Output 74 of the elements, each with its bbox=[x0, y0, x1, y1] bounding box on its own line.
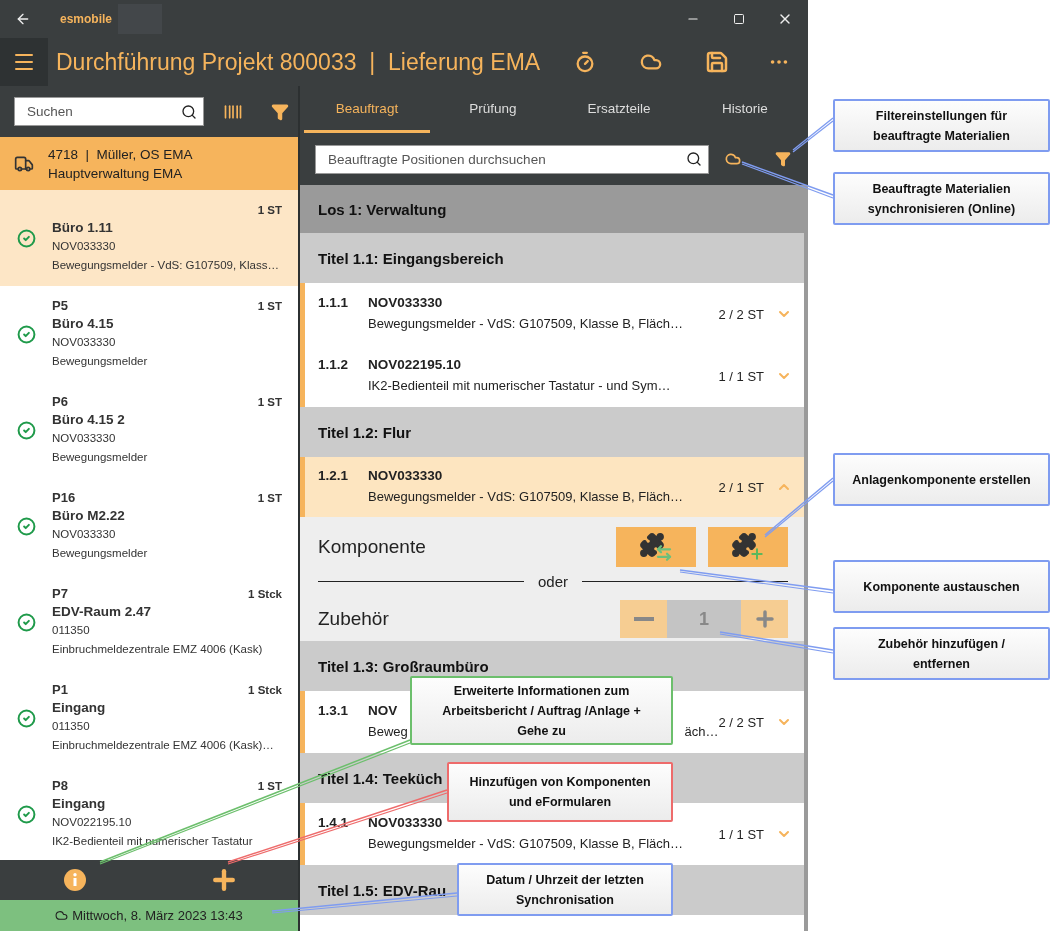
item-position: P16 bbox=[52, 489, 77, 507]
item-room: Eingang bbox=[52, 795, 107, 813]
item-quantity: 1 ST bbox=[257, 299, 282, 314]
section-header: Titel 1.2: Flur bbox=[300, 407, 804, 457]
annotation-tooltip: Beauftragte Materialien synchronisieren (Online) bbox=[833, 172, 1050, 225]
annotation-tooltip: Zubehör hinzufügen / entfernen bbox=[833, 627, 1050, 680]
position-quantity: 1 / 1 ST bbox=[718, 368, 764, 384]
item-position: P1 bbox=[52, 681, 69, 699]
annotation-tooltip: Hinzufügen von Komponenten und eFormularen bbox=[447, 762, 673, 822]
accessory-label: Zubehör bbox=[318, 608, 389, 630]
item-description: Bewegungsmelder - VdS: G107509, Klass… bbox=[52, 258, 280, 273]
item-position: P6 bbox=[52, 393, 69, 411]
item-quantity: 1 ST bbox=[257, 491, 282, 506]
item-quantity: 1 ST bbox=[257, 779, 282, 794]
position-quantity: 2 / 2 ST bbox=[718, 714, 764, 730]
position-code: NOV033330 bbox=[368, 814, 443, 832]
customer-name: 4718 | Müller, OS EMA bbox=[48, 145, 193, 164]
position-description: äch… bbox=[684, 723, 719, 741]
item-code: NOV022195.10 bbox=[52, 815, 133, 830]
item-code: 011350 bbox=[52, 719, 91, 734]
position-quantity: 2 / 2 ST bbox=[718, 306, 764, 322]
position-description: Beweg bbox=[368, 723, 408, 741]
item-description: Bewegungsmelder bbox=[52, 354, 149, 369]
position-code: NOV bbox=[368, 702, 398, 720]
position-description: Bewegungsmelder - VdS: G107509, Klasse B, Fläch… bbox=[368, 488, 684, 506]
position-number: 1.4.1 bbox=[318, 814, 350, 832]
item-description: Einbruchmeldezentrale EMZ 4006 (Kask) bbox=[52, 642, 264, 657]
position-number: 1.2.1 bbox=[318, 467, 350, 485]
item-position: P8 bbox=[52, 777, 69, 795]
item-room: Büro 1.11 bbox=[52, 219, 114, 237]
position-description: IK2-Bedienteil mit numerischer Tastatur - und Sym… bbox=[368, 377, 671, 395]
annotation-tooltip: Filtereinstellungen für beauftragte Materialien bbox=[833, 99, 1050, 152]
item-quantity: 1 ST bbox=[257, 395, 282, 410]
position-description: Bewegungsmelder - VdS: G107509, Klasse B, Fläch… bbox=[368, 315, 684, 333]
item-description: Bewegungsmelder bbox=[52, 450, 149, 465]
position-code: NOV022195.10 bbox=[368, 356, 462, 374]
section-header: Titel 1.1: Eingangsbereich bbox=[300, 233, 804, 283]
item-code: NOV033330 bbox=[52, 239, 117, 254]
position-quantity: 2 / 1 ST bbox=[718, 479, 764, 495]
lot-header: Los 1: Verwaltung bbox=[300, 185, 804, 233]
item-code: NOV033330 bbox=[52, 335, 117, 350]
customer-site: Hauptverwaltung EMA bbox=[48, 164, 184, 183]
app-name: esmobile bbox=[60, 12, 113, 26]
position-number: 1.1.2 bbox=[318, 356, 350, 374]
item-quantity: 1 Stck bbox=[248, 587, 282, 602]
item-code: NOV033330 bbox=[52, 431, 117, 446]
position-quantity: 1 / 1 ST bbox=[718, 826, 764, 842]
item-code: NOV033330 bbox=[52, 527, 117, 542]
annotation-tooltip: Datum / Uhrzeit der letzten Synchronisation bbox=[457, 863, 673, 916]
item-room: Büro M2.22 bbox=[52, 507, 126, 525]
annotation-tooltip: Komponente austauschen bbox=[833, 560, 1050, 613]
accessory-count: 1 bbox=[667, 600, 741, 638]
item-position: P7 bbox=[52, 585, 69, 603]
item-room: Büro 4.15 2 bbox=[52, 411, 126, 429]
item-room: EDV-Raum 2.47 bbox=[52, 603, 153, 621]
annotation-tooltip: Erweiterte Informationen zum Arbeitsbericht / Auftrag /Anlage + Gehe zu bbox=[410, 676, 673, 745]
item-quantity: 1 ST bbox=[257, 203, 282, 218]
item-quantity: 1 Stck bbox=[248, 683, 282, 698]
item-description: Bewegungsmelder bbox=[52, 546, 149, 561]
position-description: Bewegungsmelder - VdS: G107509, Klasse B, Fläch… bbox=[368, 835, 684, 853]
item-code: 011350 bbox=[52, 623, 91, 638]
position-number: 1.1.1 bbox=[318, 294, 350, 312]
item-position: P5 bbox=[52, 297, 69, 315]
component-label: Komponente bbox=[318, 536, 426, 558]
position-code: NOV033330 bbox=[368, 294, 443, 312]
page-title: Durchführung Projekt 800033 | Lieferung EMA bbox=[56, 48, 541, 76]
sync-time: Mittwoch, 8. März 2023 13:43 bbox=[72, 908, 243, 923]
position-number: 1.3.1 bbox=[318, 702, 350, 720]
or-label: oder bbox=[538, 572, 568, 590]
item-room: Büro 4.15 bbox=[52, 315, 115, 333]
item-room: Eingang bbox=[52, 699, 107, 717]
position-code: NOV033330 bbox=[368, 467, 443, 485]
annotation-tooltip: Anlagenkomponente erstellen bbox=[833, 453, 1050, 506]
item-description: Einbruchmeldezentrale EMZ 4006 (Kask)… bbox=[52, 738, 275, 753]
